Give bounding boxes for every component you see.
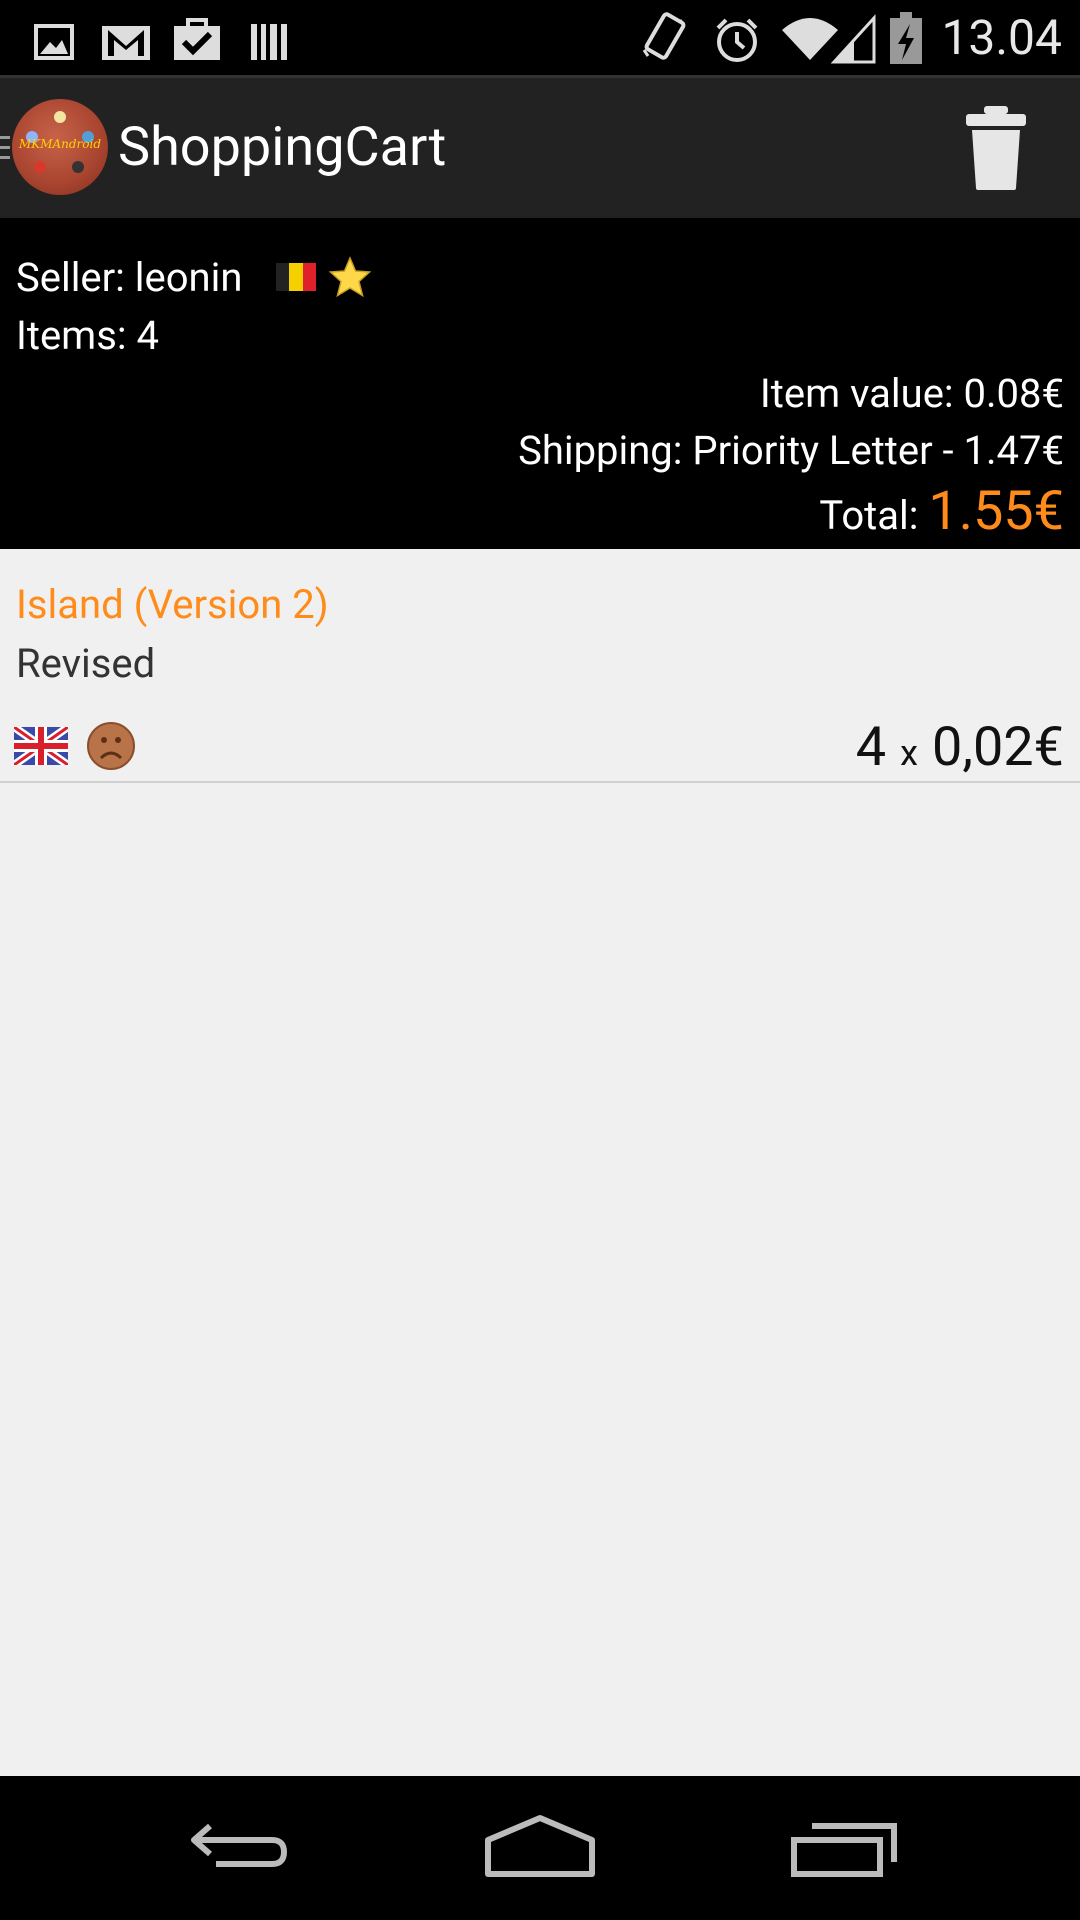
- items-row: Items: 4: [16, 310, 159, 362]
- shipping-row: Shipping: Priority Letter - 1.47€: [518, 425, 1064, 477]
- vibrate-icon: [642, 12, 686, 60]
- picture-icon: [34, 24, 74, 60]
- quantity-price: 4 x 0,02€: [856, 714, 1064, 787]
- shipping-method[interactable]: Priority Letter - 1.47€: [692, 427, 1064, 474]
- belgium-flag-icon: [276, 263, 316, 291]
- star-icon: [328, 256, 372, 298]
- navigation-bar: [0, 1776, 1080, 1920]
- battery-charging-icon: [890, 12, 922, 64]
- card-name: Island (Version 2): [16, 581, 329, 628]
- gmail-icon: [102, 26, 150, 60]
- bag-check-icon: [174, 18, 220, 60]
- list-divider: [0, 781, 1080, 783]
- barcode-icon: [251, 24, 287, 60]
- quantity: 4: [855, 716, 887, 779]
- app-logo[interactable]: MKMAndroid: [12, 99, 108, 195]
- app-logo-text: MKMAndroid: [18, 137, 102, 151]
- seller-name[interactable]: leonin: [135, 254, 243, 301]
- card-expansion: Revised: [16, 640, 156, 687]
- cart-list-item[interactable]: Island (Version 2) Revised 4 x 0,02€: [0, 549, 1080, 782]
- total-label: Total:: [819, 492, 919, 539]
- uk-flag-icon: [14, 727, 68, 765]
- recents-icon[interactable]: [784, 1806, 904, 1886]
- home-icon[interactable]: [480, 1806, 600, 1886]
- shipping-label: Shipping:: [518, 427, 683, 474]
- back-icon[interactable]: [180, 1806, 300, 1886]
- items-count: 4: [136, 312, 159, 359]
- seller-row: Seller: leonin: [16, 252, 242, 304]
- seller-label: Seller:: [16, 254, 125, 301]
- action-bar: MKMAndroid ShoppingCart: [0, 78, 1080, 218]
- sad-face-icon: [87, 722, 135, 770]
- total-value: 1.55€: [928, 480, 1064, 543]
- screen-title: ShoppingCart: [118, 116, 447, 179]
- times-sign: x: [900, 732, 918, 774]
- signal-icon: [830, 14, 876, 64]
- alarm-icon: [716, 18, 758, 62]
- clock: 13.04: [941, 9, 1062, 66]
- unit-price: 0,02€: [931, 716, 1064, 779]
- item-value-label: Item value:: [759, 370, 954, 417]
- item-value-row: Item value: 0.08€: [760, 368, 1064, 420]
- status-bar: 13.04: [0, 0, 1080, 75]
- cart-summary: Seller: leonin Items: 4 Item value: 0.08…: [0, 218, 1080, 549]
- trash-icon[interactable]: [962, 104, 1030, 192]
- total-row: Total: 1.55€: [819, 480, 1064, 548]
- items-label: Items:: [16, 312, 127, 359]
- item-value: 0.08€: [963, 370, 1064, 417]
- drawer-indicator-icon[interactable]: [0, 134, 12, 162]
